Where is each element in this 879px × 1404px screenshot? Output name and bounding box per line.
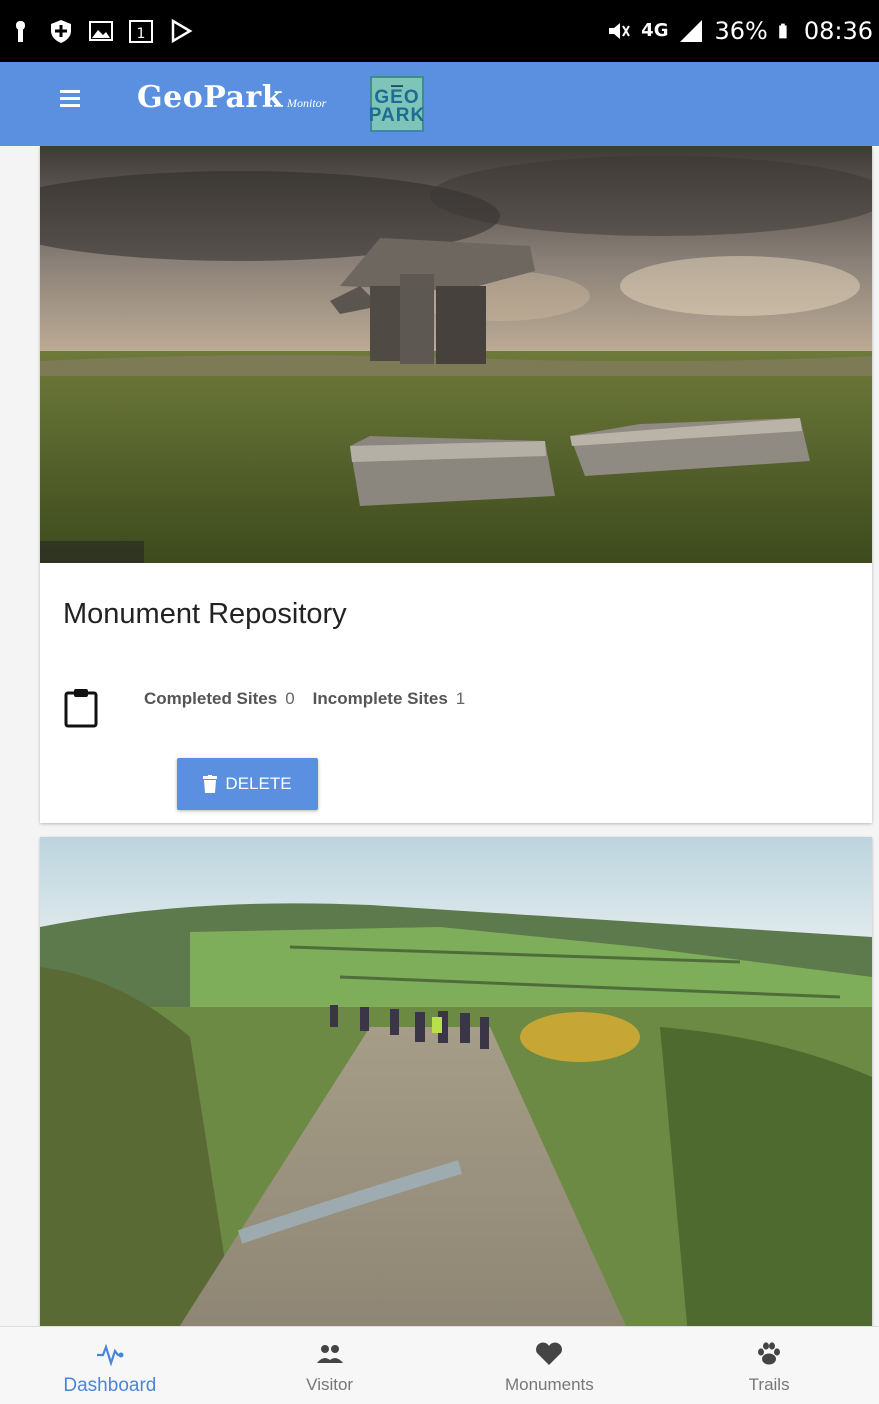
geopark-logo: ▬▬ GEO PARK [369, 76, 424, 132]
app-brand: GeoPark Monitor [137, 80, 326, 128]
paw-icon [758, 1342, 781, 1365]
status-right-icons: 4G 36% 08:36 [605, 14, 873, 48]
delete-label: DELETE [225, 774, 292, 793]
dashboard-content[interactable]: Monument Repository Completed Sites 0 In… [0, 146, 879, 1326]
clock: 08:36 [803, 17, 873, 45]
image-icon [89, 21, 113, 41]
nav-label: Visitor [306, 1375, 354, 1394]
pulse-icon [96, 1343, 124, 1367]
mute-icon [609, 23, 631, 39]
card-title: Monument Repository [63, 598, 347, 630]
nav-label: Monuments [504, 1375, 594, 1394]
completed-sites-value: 0 [285, 689, 295, 708]
nav-trails[interactable]: Trails [659, 1327, 879, 1404]
menu-button[interactable] [60, 86, 92, 118]
brand-subtitle: Monitor [287, 96, 327, 110]
delete-button[interactable]: DELETE [177, 758, 318, 810]
incomplete-sites-label: Incomplete Sites [312, 689, 448, 708]
site-stats: Completed Sites 0 Incomplete Sites 1 [144, 689, 475, 709]
nav-dashboard[interactable]: Dashboard [0, 1327, 220, 1404]
completed-sites-label: Completed Sites [144, 689, 278, 708]
menu-icon [60, 90, 80, 93]
nav-label: Dashboard [63, 1375, 157, 1396]
calendar-icon: 1 [129, 20, 153, 43]
status-left-icons: 1 [8, 14, 194, 48]
clipboard-icon [64, 689, 98, 728]
incomplete-sites-value: 1 [455, 689, 466, 708]
trash-icon [203, 775, 218, 793]
monument-repository-card: Monument Repository Completed Sites 0 In… [40, 146, 872, 823]
lock-icon [16, 21, 25, 42]
app-bar: GeoPark Monitor ▬▬ GEO PARK [0, 62, 879, 146]
svg-text:1: 1 [137, 26, 146, 42]
status-bar: 1 4G 36% 08:36 [0, 0, 879, 62]
network-type: 4G [641, 20, 669, 41]
battery-percent: 36% [714, 17, 768, 45]
bottom-navigation: Dashboard Visitor Monuments Trails [0, 1326, 879, 1404]
play-store-icon [171, 18, 193, 44]
nav-label: Trails [748, 1375, 790, 1394]
dolmen-photo [40, 146, 872, 563]
battery-icon [779, 23, 787, 39]
nav-visitor[interactable]: Visitor [220, 1327, 440, 1404]
people-icon [316, 1345, 343, 1363]
trail-photo [40, 837, 872, 1326]
heart-icon [536, 1342, 563, 1365]
shield-icon [51, 20, 71, 43]
nav-monuments[interactable]: Monuments [440, 1327, 660, 1404]
brand-title: GeoPark [137, 80, 283, 115]
signal-icon [680, 20, 703, 42]
trail-card [40, 837, 872, 1326]
